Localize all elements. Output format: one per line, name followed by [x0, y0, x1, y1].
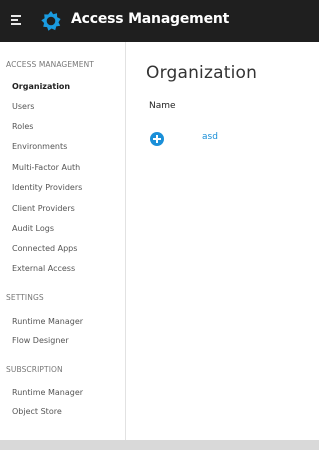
sidebar-item-subscription-runtime-manager[interactable]: Runtime Manager: [12, 388, 83, 397]
sidebar-item-connected-apps[interactable]: Connected Apps: [12, 244, 77, 253]
sidebar-item-runtime-manager[interactable]: Runtime Manager: [12, 317, 83, 326]
sidebar-item-external-access[interactable]: External Access: [12, 264, 75, 273]
plus-circle-icon[interactable]: [150, 132, 164, 146]
main-content: Organization Name asd: [127, 42, 319, 440]
column-header-name: Name: [149, 101, 176, 111]
sidebar-item-roles[interactable]: Roles: [12, 122, 33, 131]
sidebar-item-audit-logs[interactable]: Audit Logs: [12, 224, 54, 233]
sidebar-item-environments[interactable]: Environments: [12, 142, 67, 151]
organization-name-link[interactable]: asd: [202, 132, 218, 142]
sidebar-item-multi-factor-auth[interactable]: Multi-Factor Auth: [12, 163, 80, 172]
sidebar-section-heading: SETTINGS: [6, 293, 44, 302]
sidebar-item-client-providers[interactable]: Client Providers: [12, 204, 75, 213]
hamburger-menu-icon[interactable]: [11, 14, 23, 26]
sidebar-section-heading: SUBSCRIPTION: [6, 365, 63, 374]
sidebar-item-organization[interactable]: Organization: [12, 82, 70, 91]
gear-logo-icon: [41, 11, 61, 31]
page-title: Organization: [146, 63, 258, 83]
sidebar: ACCESS MANAGEMENT Organization Users Rol…: [0, 42, 126, 440]
horizontal-scrollbar[interactable]: [0, 440, 319, 450]
top-bar: Access Management: [0, 0, 319, 42]
sidebar-item-users[interactable]: Users: [12, 102, 34, 111]
sidebar-item-object-store[interactable]: Object Store: [12, 407, 62, 416]
sidebar-item-flow-designer[interactable]: Flow Designer: [12, 336, 69, 345]
app-title: Access Management: [71, 11, 230, 27]
sidebar-section-heading: ACCESS MANAGEMENT: [6, 60, 94, 69]
sidebar-item-identity-providers[interactable]: Identity Providers: [12, 183, 82, 192]
